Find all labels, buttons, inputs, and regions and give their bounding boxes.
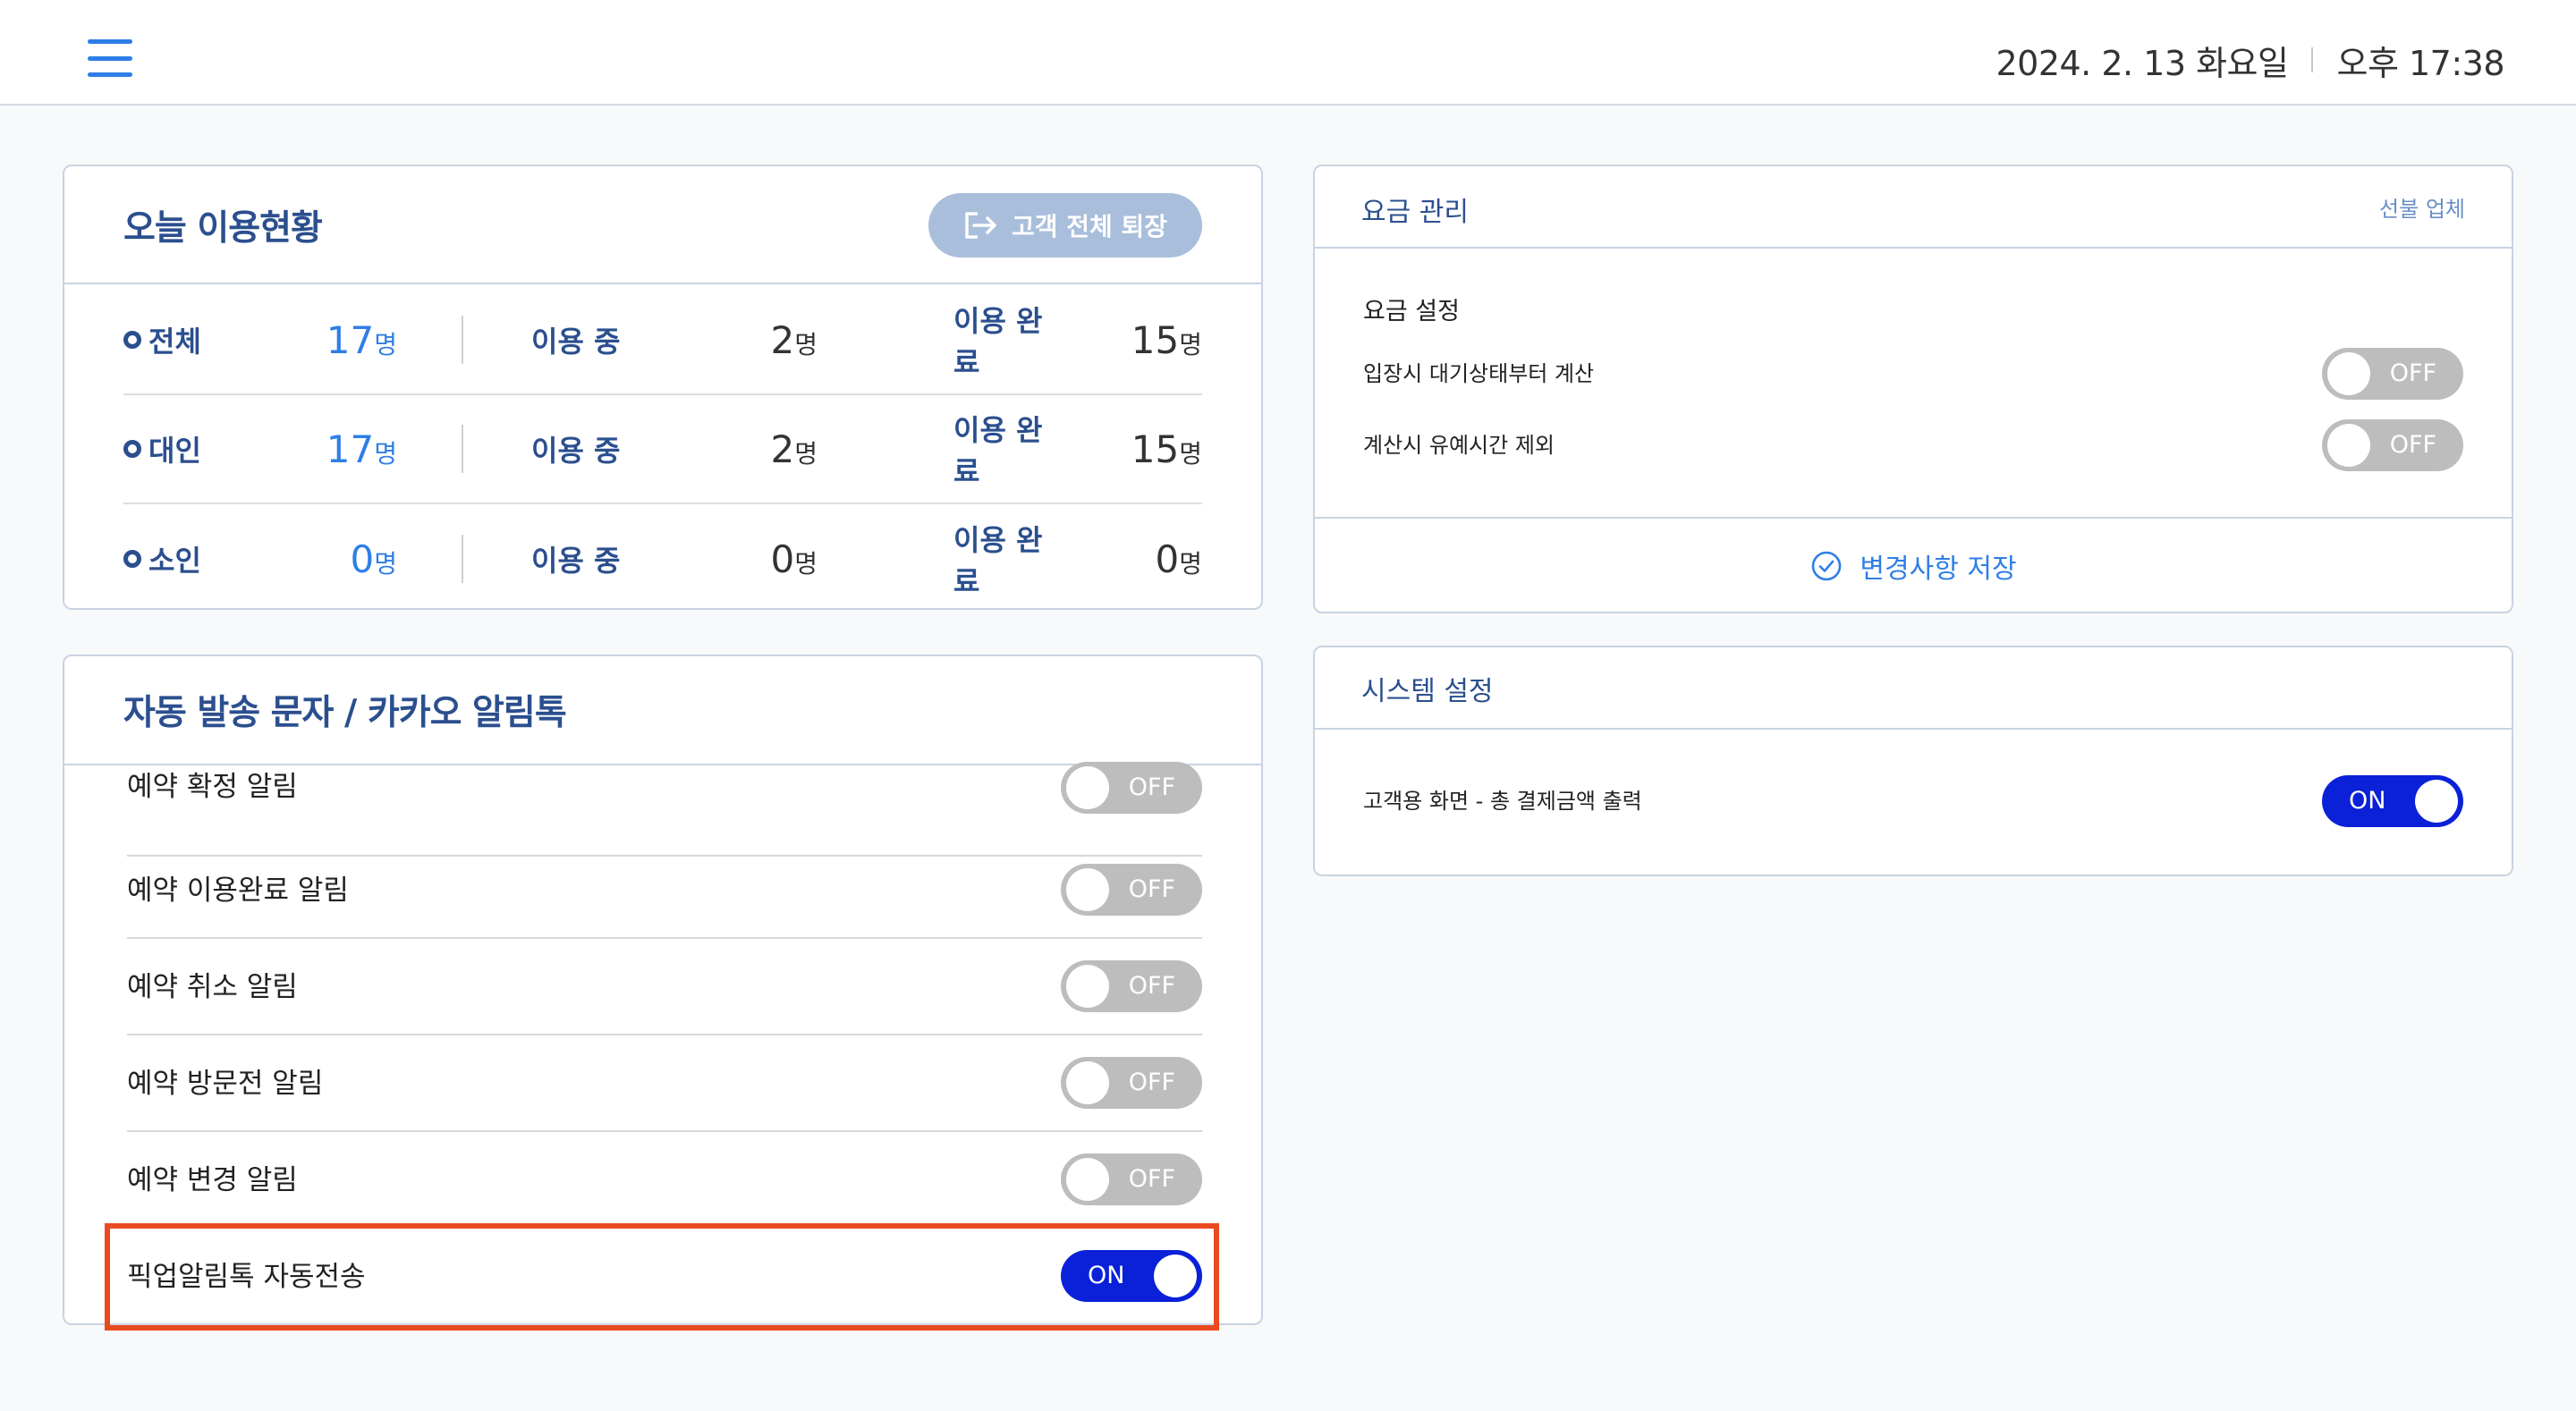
fee-title: 요금 관리 — [1361, 197, 1469, 228]
auto-message-title: 자동 발송 문자 / 카카오 알림톡 — [123, 693, 567, 733]
toggle-state: OFF — [1128, 773, 1175, 801]
toggle-knob — [2327, 424, 2370, 467]
notification-row: 예약 이용완료 알림 OFF — [127, 842, 1202, 939]
current-date: 2024. 2. 13 화요일 — [1996, 43, 2289, 83]
system-setting-row: 고객용 화면 - 총 결제금액 출력 ON — [1363, 773, 2463, 830]
notification-row: 예약 방문전 알림 OFF — [127, 1035, 1202, 1132]
pickup-notification-row: 픽업알림톡 자동전송 ON — [127, 1229, 1202, 1323]
toggle-knob — [2327, 352, 2370, 395]
using-label: 이용 중 — [531, 434, 621, 468]
notification-toggle[interactable]: OFF — [1061, 1057, 1202, 1109]
exit-icon — [965, 212, 996, 239]
using-label: 이용 중 — [531, 544, 621, 578]
usage-using: 0명 — [770, 537, 818, 581]
usage-using: 2명 — [770, 427, 818, 471]
toggle-state: ON — [2349, 787, 2386, 815]
usage-category: 대인 — [123, 428, 231, 469]
exit-all-customers-button[interactable]: 고객 전체 퇴장 — [928, 193, 1202, 258]
toggle-state: OFF — [1128, 875, 1175, 903]
fee-settings-subtitle: 요금 설정 — [1363, 298, 1460, 325]
toggle-knob — [1066, 1158, 1109, 1201]
usage-row-child: 소인 0명 이용 중 0명 이용 완료 0명 — [123, 504, 1203, 608]
notification-toggle[interactable]: OFF — [1061, 1153, 1202, 1205]
datetime: 2024. 2. 13 화요일 오후 17:38 — [1996, 38, 2504, 83]
system-setting-toggle[interactable]: ON — [2322, 775, 2463, 827]
pickup-notification-toggle[interactable]: ON — [1061, 1250, 1202, 1302]
fee-management-card: 요금 관리 선불 업체 요금 설정 입장시 대기상태부터 계산 OFF 계산시 … — [1313, 165, 2513, 613]
toggle-knob — [1066, 1061, 1109, 1104]
notification-row: 예약 변경 알림 OFF — [127, 1132, 1202, 1229]
auto-message-card-header: 자동 발송 문자 / 카카오 알림톡 — [64, 656, 1261, 765]
system-settings-card: 시스템 설정 고객용 화면 - 총 결제금액 출력 ON — [1313, 646, 2513, 876]
usage-total: 0명 — [350, 537, 398, 581]
exit-all-customers-label: 고객 전체 퇴장 — [1011, 212, 1168, 241]
fee-setting-toggle[interactable]: OFF — [2322, 419, 2463, 471]
auto-message-card: 자동 발송 문자 / 카카오 알림톡 예약 확정 알림 OFF 예약 이용완료 … — [63, 655, 1263, 1325]
notification-toggle[interactable]: OFF — [1061, 864, 1202, 916]
toggle-knob — [1066, 965, 1109, 1008]
current-time: 오후 17:38 — [2336, 43, 2504, 83]
usage-done: 15명 — [1131, 317, 1202, 362]
column-divider — [462, 425, 463, 473]
toggle-state: ON — [1088, 1262, 1125, 1289]
fee-card-header: 요금 관리 선불 업체 — [1315, 166, 2512, 249]
save-changes-label: 변경사항 저장 — [1860, 553, 2017, 585]
menu-icon[interactable] — [88, 39, 132, 77]
toggle-state: OFF — [1128, 972, 1175, 1000]
notification-label: 픽업알림톡 자동전송 — [127, 1261, 366, 1293]
toggle-state: OFF — [2389, 431, 2436, 459]
column-divider — [462, 535, 463, 583]
notification-toggle[interactable]: OFF — [1061, 960, 1202, 1012]
notification-row: 예약 취소 알림 OFF — [127, 939, 1202, 1035]
done-label: 이용 완료 — [953, 413, 1043, 488]
check-circle-icon — [1812, 551, 1842, 581]
notification-label: 예약 이용완료 알림 — [127, 874, 349, 907]
toggle-knob — [2415, 780, 2458, 823]
prepaid-badge: 선불 업체 — [2379, 197, 2465, 222]
done-label: 이용 완료 — [953, 523, 1043, 598]
usage-row-all: 전체 17명 이용 중 2명 이용 완료 15명 — [123, 286, 1202, 395]
usage-done: 15명 — [1131, 427, 1202, 471]
usage-total: 17명 — [326, 427, 397, 471]
fee-setting-label: 계산시 유예시간 제외 — [1363, 433, 1555, 458]
fee-setting-row: 계산시 유예시간 제외 OFF — [1363, 417, 2463, 474]
notification-label: 예약 변경 알림 — [127, 1164, 298, 1196]
top-bar: 2024. 2. 13 화요일 오후 17:38 — [0, 0, 2576, 106]
toggle-state: OFF — [2389, 359, 2436, 387]
bullet-icon — [123, 331, 141, 349]
using-label: 이용 중 — [531, 325, 621, 359]
fee-setting-row: 입장시 대기상태부터 계산 OFF — [1363, 345, 2463, 402]
notification-label: 예약 방문전 알림 — [127, 1068, 324, 1100]
toggle-state: OFF — [1128, 1165, 1175, 1193]
fee-setting-toggle[interactable]: OFF — [2322, 348, 2463, 400]
usage-category: 전체 — [123, 319, 231, 360]
toggle-knob — [1154, 1255, 1197, 1297]
bullet-icon — [123, 440, 141, 458]
usage-category: 소인 — [123, 538, 231, 579]
toggle-state: OFF — [1128, 1069, 1175, 1096]
notification-toggle[interactable]: OFF — [1061, 762, 1202, 814]
notification-label: 예약 취소 알림 — [127, 971, 298, 1003]
fee-setting-label: 입장시 대기상태부터 계산 — [1363, 361, 1595, 386]
toggle-knob — [1066, 766, 1109, 809]
column-divider — [462, 316, 463, 364]
usage-using: 2명 — [770, 317, 818, 362]
datetime-divider — [2311, 47, 2314, 72]
usage-total: 17명 — [326, 317, 397, 362]
system-card-header: 시스템 설정 — [1315, 647, 2512, 730]
done-label: 이용 완료 — [953, 304, 1043, 379]
usage-title: 오늘 이용현황 — [123, 208, 323, 249]
system-title: 시스템 설정 — [1361, 676, 1494, 707]
toggle-knob — [1066, 868, 1109, 911]
usage-done: 0명 — [1155, 537, 1203, 581]
system-setting-label: 고객용 화면 - 총 결제금액 출력 — [1363, 789, 1642, 814]
bullet-icon — [123, 550, 141, 568]
usage-card-header: 오늘 이용현황 고객 전체 퇴장 — [64, 166, 1261, 284]
save-changes-button[interactable]: 변경사항 저장 — [1315, 519, 2512, 612]
usage-card: 오늘 이용현황 고객 전체 퇴장 전체 17명 이용 중 2명 이용 완료 15… — [63, 165, 1263, 610]
usage-row-adult: 대인 17명 이용 중 2명 이용 완료 15명 — [123, 395, 1202, 504]
